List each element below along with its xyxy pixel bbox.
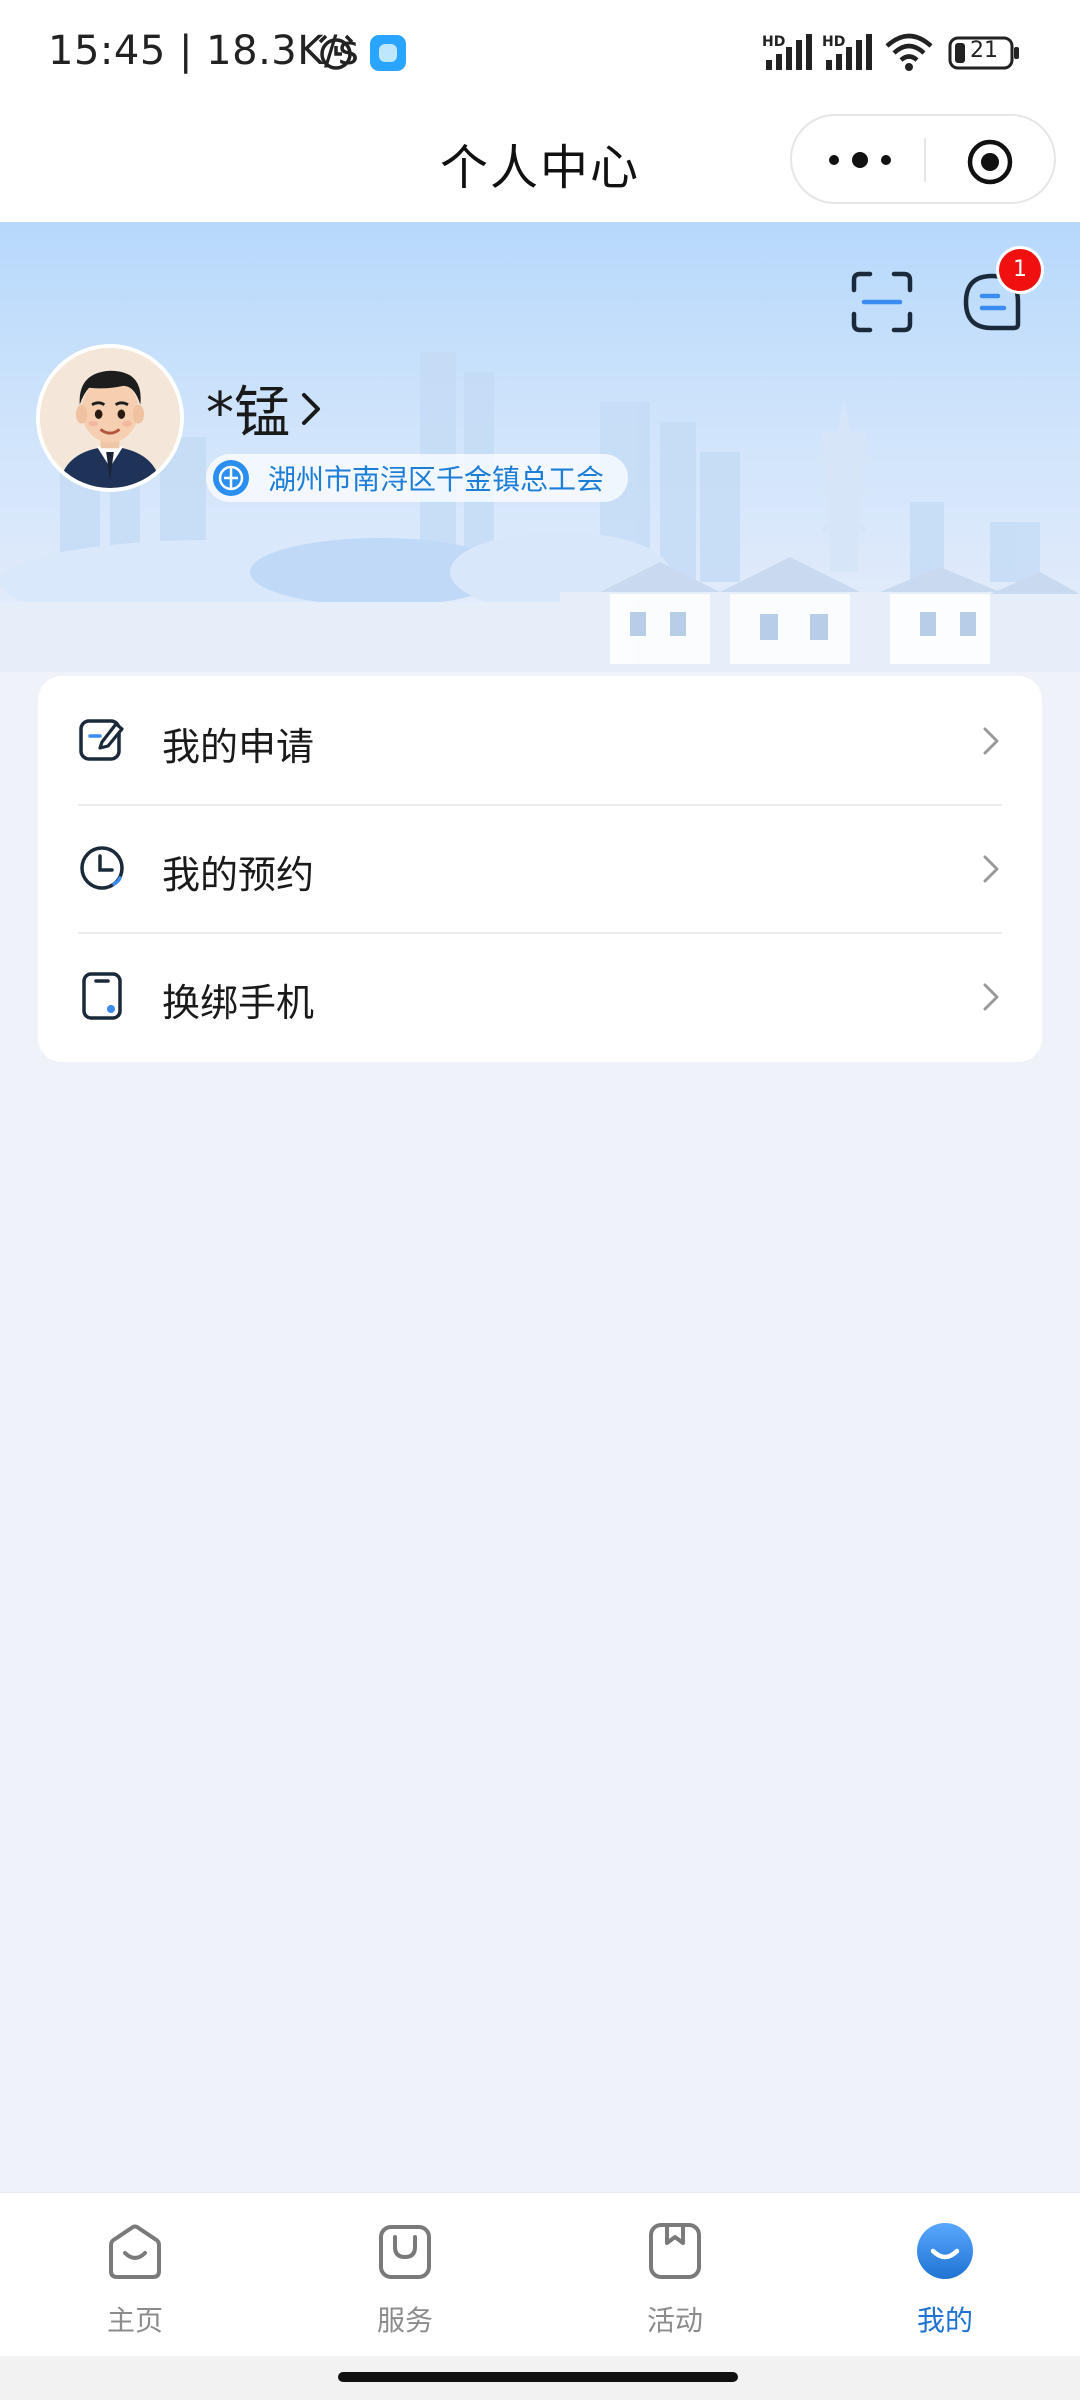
avatar[interactable] <box>36 344 184 492</box>
menu-item-my-appointments[interactable]: 我的预约 <box>78 806 1002 932</box>
more-icon[interactable] <box>822 140 898 180</box>
menu-item-change-phone[interactable]: 换绑手机 <box>78 934 1002 1060</box>
app-notification-icon <box>370 35 406 71</box>
bag-icon <box>379 2225 431 2279</box>
profile-icon <box>917 2223 973 2279</box>
capsule-divider <box>924 138 926 182</box>
scan-icon[interactable] <box>848 268 916 336</box>
gesture-bar-area <box>0 2356 1080 2400</box>
tab-services[interactable]: 服务 <box>270 2193 540 2357</box>
avatar-illustration <box>40 348 180 488</box>
bookmark-icon <box>649 2223 701 2279</box>
home-icon <box>109 2224 161 2279</box>
tab-label: 服务 <box>376 2304 433 2337</box>
clock-icon <box>80 846 124 890</box>
tab-activities[interactable]: 活动 <box>540 2193 810 2357</box>
chevron-right-icon <box>983 727 999 755</box>
mini-program-capsule <box>790 114 1056 204</box>
battery-level: 21 <box>970 38 998 63</box>
organization-tag: 湖州市南浔区千金镇总工会 <box>206 454 629 502</box>
bottom-tab-bar: 主页 服务 活动 我的 <box>0 2192 1080 2356</box>
tab-home[interactable]: 主页 <box>0 2193 270 2357</box>
menu-item-label: 我的申请 <box>162 725 315 769</box>
signal-icon <box>826 34 872 70</box>
tab-label: 我的 <box>916 2304 973 2337</box>
header: 个人中心 <box>0 106 1080 222</box>
tab-profile[interactable]: 我的 <box>810 2193 1080 2357</box>
home-indicator[interactable] <box>338 2372 738 2382</box>
status-time: 15:45 | 18.3K/s <box>48 28 360 74</box>
tab-label: 主页 <box>106 2304 163 2337</box>
edit-icon <box>79 719 124 761</box>
tab-label: 活动 <box>646 2304 703 2337</box>
signal-icon <box>766 34 812 70</box>
menu-card: 我的申请 我的预约 换绑手机 <box>38 676 1042 1062</box>
user-name-link[interactable]: *锰 <box>206 368 326 449</box>
message-badge: 1 <box>996 246 1044 294</box>
menu-item-label: 我的预约 <box>162 853 315 897</box>
chevron-right-icon <box>983 855 999 883</box>
user-name: *锰 <box>206 381 290 446</box>
profile-hero: 1 *锰 湖州市南浔区千金镇总工会 <box>0 222 1080 672</box>
chevron-right-icon <box>302 392 320 425</box>
close-mini-program-icon[interactable] <box>966 138 1014 186</box>
alarm-icon <box>318 34 354 70</box>
menu-item-my-applications[interactable]: 我的申请 <box>78 678 1002 804</box>
menu-item-label: 换绑手机 <box>162 981 315 1025</box>
wifi-icon <box>885 33 933 71</box>
chevron-right-icon <box>983 983 999 1011</box>
phone-icon <box>82 972 122 1020</box>
union-logo-icon <box>213 460 249 496</box>
organization-name: 湖州市南浔区千金镇总工会 <box>268 463 605 496</box>
status-bar: 15:45 | 18.3K/s HD HD 21 <box>0 0 1080 106</box>
